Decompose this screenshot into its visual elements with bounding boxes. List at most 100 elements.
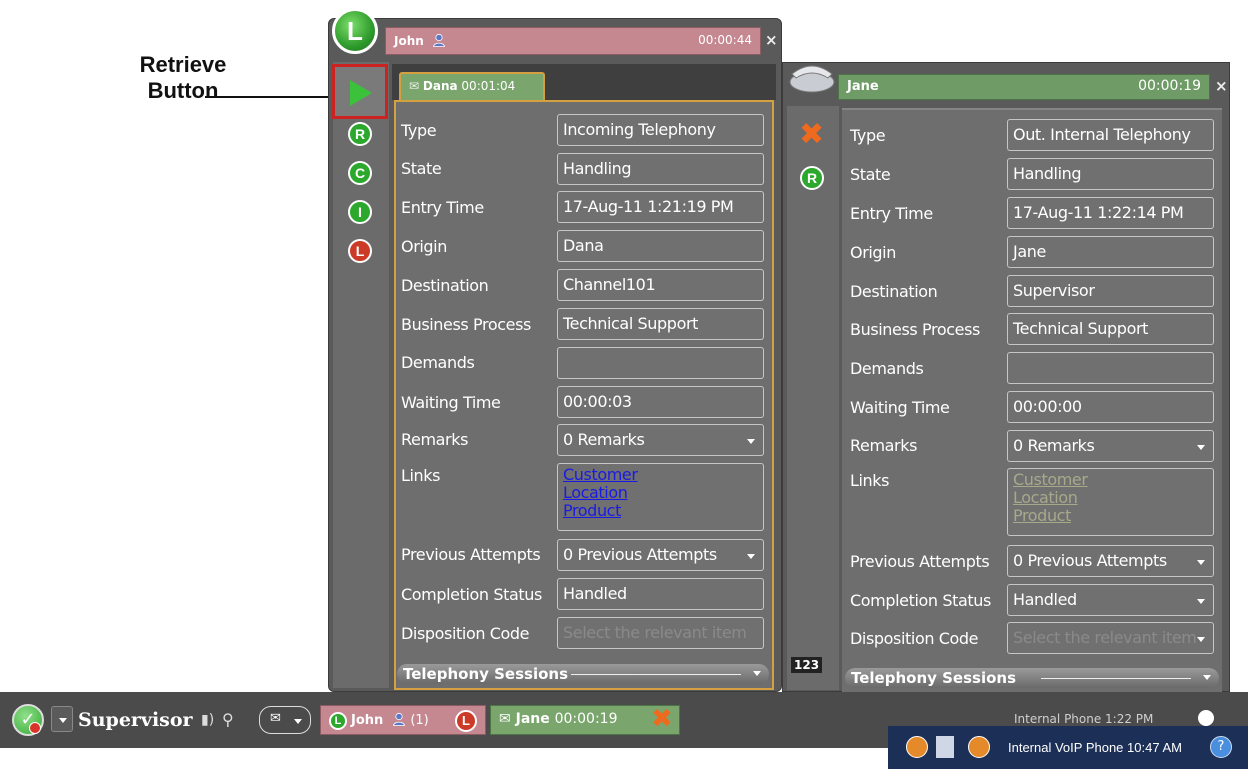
annotation-pointer-line xyxy=(205,96,333,98)
origin-field[interactable]: Jane xyxy=(1007,236,1214,268)
sessions-divider xyxy=(571,674,741,675)
tab-dana[interactable]: ✉ Dana 00:01:04 xyxy=(399,72,545,100)
call-timer: 00:00:44 xyxy=(698,33,752,47)
release-button[interactable]: R xyxy=(348,122,372,146)
taskbar-jane-timer: 00:00:19 xyxy=(554,711,618,727)
completion-status-dropdown[interactable]: Handled xyxy=(1007,584,1214,616)
caller-name: John xyxy=(394,34,424,48)
link-location[interactable]: Location xyxy=(563,484,758,502)
type-label: Type xyxy=(401,121,437,140)
destination-label: Destination xyxy=(850,282,938,301)
tray-phone-status: Internal VoIP Phone 10:47 AM xyxy=(1008,740,1182,755)
tab-dana-name: Dana xyxy=(422,79,458,93)
info-icon xyxy=(1198,710,1214,726)
taskbar-item-jane[interactable]: ✉ Jane 00:00:19 ✖ xyxy=(490,704,680,735)
business-process-label: Business Process xyxy=(850,320,980,339)
link-product[interactable]: Product xyxy=(563,502,758,520)
remarks-label: Remarks xyxy=(401,430,469,449)
state-label: State xyxy=(401,159,442,178)
demands-label: Demands xyxy=(850,359,924,378)
line-button[interactable]: L xyxy=(348,239,372,263)
demands-field[interactable] xyxy=(1007,352,1214,384)
entry-time-field[interactable]: 17-Aug-11 1:22:14 PM xyxy=(1007,197,1214,229)
telephony-sessions-label: Telephony Sessions xyxy=(403,665,569,683)
disconnect-icon[interactable]: ✖ xyxy=(799,120,824,150)
taskbar-john-name: John xyxy=(351,713,384,728)
help-icon[interactable]: ? xyxy=(1210,736,1232,758)
previous-attempts-dropdown[interactable]: 0 Previous Attempts xyxy=(1007,545,1214,577)
agent-tray-icon[interactable] xyxy=(968,736,990,758)
telephony-sessions-bar[interactable]: Telephony Sessions xyxy=(845,668,1219,688)
chat-bubble-icon: ✉ xyxy=(270,711,281,726)
close-icon[interactable]: × xyxy=(765,31,778,49)
microphone-icon[interactable]: ⚲ xyxy=(222,710,234,729)
origin-field[interactable]: Dana xyxy=(557,230,764,262)
waiting-time-field[interactable]: 00:00:03 xyxy=(557,386,764,418)
taskbar-john-count: (1) xyxy=(410,713,429,728)
type-field[interactable]: Out. Internal Telephony xyxy=(1007,119,1214,151)
business-process-field[interactable]: Technical Support xyxy=(1007,313,1214,345)
entry-time-field[interactable]: 17-Aug-11 1:21:19 PM xyxy=(557,191,764,223)
internal-phone-status: Internal Phone 1:22 PM xyxy=(1014,712,1154,726)
document-icon[interactable] xyxy=(936,736,954,758)
previous-attempts-label: Previous Attempts xyxy=(850,552,990,571)
state-field[interactable]: Handling xyxy=(557,153,764,185)
chat-menu-button[interactable]: ✉ xyxy=(259,706,311,734)
action-sidebar xyxy=(787,106,839,690)
remarks-dropdown[interactable]: 0 Remarks xyxy=(1007,430,1214,462)
completion-status-label: Completion Status xyxy=(850,591,991,610)
completion-status-label: Completion Status xyxy=(401,585,542,604)
previous-attempts-dropdown[interactable]: 0 Previous Attempts xyxy=(557,539,764,571)
volume-icon[interactable]: ▮) xyxy=(201,712,214,728)
link-customer[interactable]: Customer xyxy=(563,466,758,484)
origin-label: Origin xyxy=(401,237,447,256)
line-icon[interactable]: L xyxy=(455,710,477,732)
taskbar-item-john[interactable]: L John (1) L xyxy=(320,705,486,735)
link-customer[interactable]: Customer xyxy=(1013,471,1208,489)
demands-label: Demands xyxy=(401,353,475,372)
disposition-code-dropdown[interactable]: Select the relevant item xyxy=(1007,622,1214,654)
agent-name: Supervisor xyxy=(78,709,193,731)
status-menu-button[interactable] xyxy=(51,706,73,732)
link-location[interactable]: Location xyxy=(1013,489,1208,507)
demands-field[interactable] xyxy=(557,347,764,379)
telephony-sessions-bar[interactable]: Telephony Sessions xyxy=(397,664,769,684)
person-icon xyxy=(433,33,445,47)
app-tray-icon[interactable] xyxy=(906,736,928,758)
remarks-dropdown[interactable]: 0 Remarks xyxy=(557,424,764,456)
taskbar-jane-name: Jane xyxy=(515,711,550,727)
business-process-label: Business Process xyxy=(401,315,531,334)
links-box: Customer Location Product xyxy=(557,463,764,531)
info-button[interactable]: I xyxy=(348,200,372,224)
person-icon xyxy=(392,712,405,726)
tab-dana-timer: 00:01:04 xyxy=(461,79,516,93)
entry-time-label: Entry Time xyxy=(850,204,933,223)
destination-field[interactable]: Supervisor xyxy=(1007,275,1214,307)
annotation-line-2: Button xyxy=(147,78,219,103)
keypad-button[interactable]: 123 xyxy=(791,657,823,673)
waiting-time-label: Waiting Time xyxy=(850,398,950,417)
release-button[interactable]: R xyxy=(800,166,824,190)
telephone-icon xyxy=(789,65,835,93)
disposition-code-field[interactable]: Select the relevant item xyxy=(557,617,764,649)
state-field[interactable]: Handling xyxy=(1007,158,1214,190)
disconnect-icon[interactable]: ✖ xyxy=(651,704,673,734)
sessions-divider xyxy=(1041,678,1191,679)
remarks-label: Remarks xyxy=(850,436,918,455)
completion-status-field[interactable]: Handled xyxy=(557,578,764,610)
link-product[interactable]: Product xyxy=(1013,507,1208,525)
type-field[interactable]: Incoming Telephony xyxy=(557,114,764,146)
line-icon: L xyxy=(329,712,347,730)
conference-button[interactable]: C xyxy=(348,161,372,185)
call-timer: 00:00:19 xyxy=(1138,78,1201,94)
business-process-field[interactable]: Technical Support xyxy=(557,308,764,340)
destination-field[interactable]: Channel101 xyxy=(557,269,764,301)
previous-attempts-label: Previous Attempts xyxy=(401,545,541,564)
links-label: Links xyxy=(401,466,441,485)
jane-call-header[interactable]: Jane 00:00:19 xyxy=(838,74,1210,100)
annotation-line-1: Retrieve xyxy=(139,52,227,77)
close-icon[interactable]: × xyxy=(1215,77,1228,95)
waiting-time-field[interactable]: 00:00:00 xyxy=(1007,391,1214,423)
state-label: State xyxy=(850,165,891,184)
john-call-header[interactable]: John 00:00:44 xyxy=(385,27,761,55)
